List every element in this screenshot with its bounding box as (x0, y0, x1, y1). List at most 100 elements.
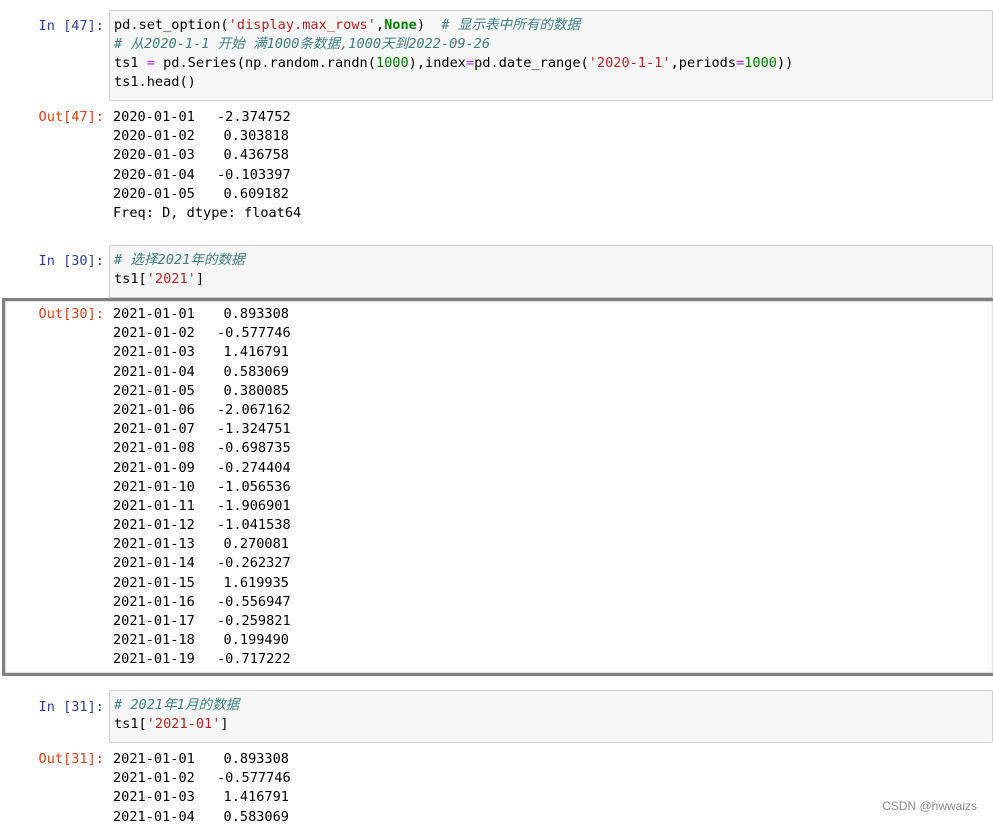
code-lines: # 选择2021年的数据 ts1['2021'] (114, 251, 988, 289)
code-line: pd.set_option('display.max_rows',None) #… (114, 16, 988, 35)
code-token: , (375, 17, 385, 33)
output-date: 2021-01-05 (113, 382, 195, 399)
code-token: '2021' (146, 271, 196, 287)
output-date: 2021-01-02 (113, 325, 195, 342)
output-row: 2021-01-16 -0.556947 (113, 593, 989, 612)
output-row: 2021-01-02 -0.577746 (113, 769, 989, 788)
output-rows: 2020-01-01 -2.374752 2020-01-02 0.303818 202… (113, 108, 989, 204)
output-date: 2021-01-18 (113, 632, 195, 649)
code-line: # 选择2021年的数据 (114, 251, 988, 270)
output-row: 2021-01-08 -0.698735 (113, 439, 989, 458)
output-rows: 2021-01-01 0.893308 2021-01-02 -0.577746 202… (113, 750, 989, 827)
output-date: 2021-01-08 (113, 440, 195, 457)
output-value: 0.583069 (223, 363, 289, 380)
code-token: pd.Series(np.random.randn( (154, 55, 376, 71)
code-token: = (146, 55, 155, 71)
output-value: -0.556947 (217, 593, 291, 610)
output-date: 2021-01-01 (113, 751, 195, 767)
output-value: -0.717222 (217, 651, 291, 668)
output-row: 2021-01-03 1.416791 (113, 343, 989, 362)
code-token: ts1.head() (114, 74, 196, 90)
watermark: CSDN @hwwaizs (882, 799, 977, 813)
output-date: 2021-01-03 (113, 344, 195, 361)
code-token: ts1[ (114, 716, 147, 732)
output-value: 0.609182 (223, 185, 289, 202)
code-token: None (384, 17, 417, 33)
output-date: 2021-01-07 (113, 421, 195, 438)
output-value: -1.056536 (217, 478, 291, 495)
output-value: -0.577746 (217, 770, 291, 787)
code-token: ts1 (114, 55, 147, 71)
output-area: 2020-01-01 -2.374752 2020-01-02 0.303818 202… (109, 108, 993, 223)
output-row: 2021-01-05 0.380085 (113, 382, 989, 401)
output-value: 0.893308 (223, 306, 289, 322)
output-date: 2020-01-01 (113, 109, 195, 125)
code-token: ] (220, 716, 229, 732)
output-value: 0.436758 (223, 147, 289, 164)
code-token: # 从2020-1-1 开始 满1000条数据,1000天到2022-09-26 (114, 36, 491, 52)
output-date: 2020-01-04 (113, 166, 195, 183)
output-area: 2021-01-01 0.893308 2021-01-02 -0.577746 202… (109, 750, 993, 827)
output-footer: Freq: D, dtype: float64 (113, 204, 302, 221)
output-row: 2021-01-03 1.416791 (113, 788, 989, 807)
code-token: ] (195, 271, 205, 287)
code-line: ts1['2021'] (114, 270, 988, 289)
output-row: 2021-01-12 -1.041538 (113, 516, 989, 535)
output-row: 2021-01-04 0.583069 (113, 808, 989, 827)
code-token: '2020-1-1' (588, 55, 671, 71)
output-date: 2021-01-12 (113, 517, 195, 534)
output-value: 0.199490 (223, 632, 289, 649)
output-row: 2020-01-01 -2.374752 (113, 108, 989, 127)
output-date: 2021-01-20 (113, 670, 217, 673)
code-line: # 从2020-1-1 开始 满1000条数据,1000天到2022-09-26 (114, 35, 988, 54)
output-date: 2020-01-05 (113, 185, 195, 202)
output-value: 0.583069 (223, 808, 289, 825)
output-row: 2020-01-05 0.609182 (113, 185, 989, 204)
output-row: 2021-01-17 -0.259821 (113, 612, 989, 631)
output-date: 2021-01-02 (113, 770, 195, 787)
output-rows: 2021-01-01 0.893308 2021-01-02 -0.577746 202… (113, 305, 989, 673)
code-token: # 选择2021年的数据 (114, 252, 245, 268)
code-token: = (465, 55, 475, 71)
code-lines: # 2021年1月的数据 ts1['2021-01'] (114, 696, 988, 734)
output-row: 2021-01-19 -0.717222 (113, 650, 989, 669)
output-value: 1.619935 (223, 574, 289, 591)
input-prompt: In [30]: (38, 253, 104, 269)
code-token: # 显示表中所有的数据 (441, 17, 581, 33)
output-value: 1.416791 (223, 344, 289, 361)
output-date: 2021-01-11 (113, 497, 195, 514)
output-value: -0.262327 (217, 555, 291, 572)
code-line: # 2021年1月的数据 (114, 696, 988, 715)
output-date: 2021-01-09 (113, 459, 195, 476)
output-row: 2021-01-13 0.270081 (113, 535, 989, 554)
output-date: 2021-01-13 (113, 536, 195, 553)
output-row: 2021-01-09 -0.274404 (113, 459, 989, 478)
code-input-area[interactable]: pd.set_option('display.max_rows',None) #… (109, 10, 993, 101)
output-value: -0.259821 (217, 613, 291, 629)
output-value: -0.274404 (217, 459, 291, 476)
output-value: -0.103397 (217, 166, 291, 183)
output-value: -0.577746 (217, 325, 291, 342)
code-input-area[interactable]: # 选择2021年的数据 ts1['2021'] (109, 245, 993, 298)
code-input-area[interactable]: # 2021年1月的数据 ts1['2021-01'] (109, 690, 993, 743)
output-row: 2021-01-11 -1.906901 (113, 497, 989, 516)
output-date: 2020-01-03 (113, 147, 195, 164)
output-date: 2021-01-15 (113, 574, 195, 591)
output-value: 0.012345 (217, 670, 289, 673)
output-row: 2021-01-10 -1.056536 (113, 478, 989, 497)
scrolled-output-area[interactable]: 2021-01-01 0.893308 2021-01-02 -0.577746 202… (109, 305, 993, 673)
output-value: -1.324751 (217, 421, 291, 438)
output-value: -0.698735 (217, 440, 291, 457)
output-date: 2021-01-16 (113, 593, 195, 610)
code-line: ts1.head() (114, 73, 988, 92)
output-row: 2020-01-03 0.436758 (113, 146, 989, 165)
input-prompt: In [31]: (38, 699, 104, 715)
code-token: # 2021年1月的数据 (114, 697, 240, 713)
output-value: -2.374752 (217, 109, 291, 125)
code-token: )) (777, 55, 794, 71)
code-token: ,periods (670, 55, 737, 71)
code-token: pd.date_range( (474, 55, 589, 71)
code-token: pd.set_option( (114, 17, 229, 33)
output-date: 2021-01-04 (113, 808, 195, 825)
code-token: 1000 (375, 55, 409, 71)
